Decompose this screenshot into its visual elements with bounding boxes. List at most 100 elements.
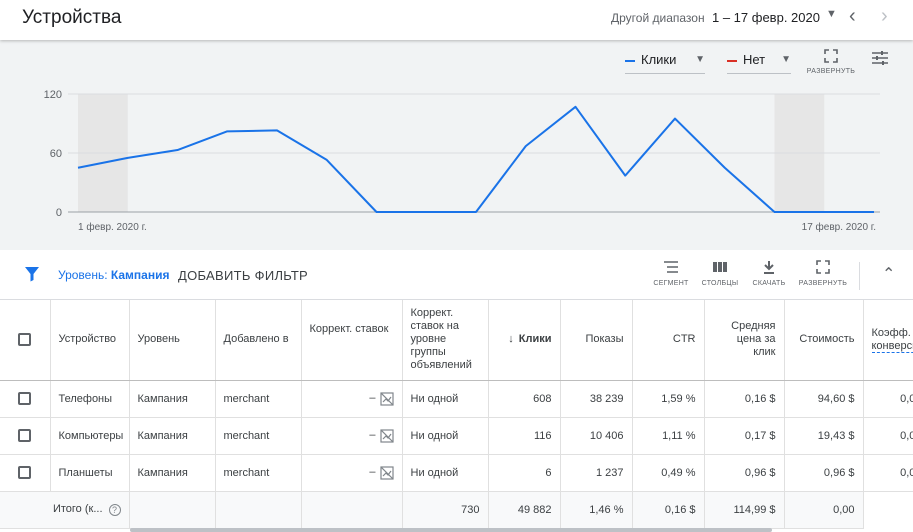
download-label: СКАЧАТЬ [752,280,786,287]
tune-icon [872,51,888,65]
row-cost: 94,60 $ [784,380,864,418]
row-ctr: 1,59 % [632,380,705,418]
row-checkbox[interactable] [18,392,32,405]
header-impressions[interactable]: Показы [560,300,633,381]
row-added: merchant [215,454,302,492]
chart-off-icon[interactable] [379,428,394,443]
row-level: Кампания [129,417,216,455]
row-bid-adj-value: – [369,466,376,479]
row-avg-cpc: 0,96 $ [704,454,785,492]
row-conversion-rate: 0,00 [863,417,913,455]
row-avg-cpc: 0,16 $ [704,380,785,418]
header-conv-line2: конверсии [871,339,913,353]
total-clicks: 730 [402,491,489,529]
total-ctr: 1,46 % [560,491,633,529]
row-clicks: 6 [488,454,561,492]
download-button[interactable]: СКАЧАТЬ [748,260,790,287]
row-bid-adj: – [301,380,403,418]
row-impressions: 10 406 [560,417,633,455]
segment-icon [664,261,678,273]
row-bid-adj-value: – [369,392,376,405]
chart-off-icon[interactable] [379,391,394,406]
chevron-up-icon[interactable]: ⌃ [882,264,895,284]
chart-panel: 0 60 120 1 февр. 2020 г. 17 февр. 2020 г. Кл… [0,40,913,250]
horizontal-scrollbar[interactable] [130,528,772,532]
metric2-selector[interactable]: Нет ▼ [727,52,791,74]
row-clicks: 116 [488,417,561,455]
date-range-selector[interactable]: 1 – 17 февр. 2020 [712,10,820,25]
columns-icon [713,262,727,272]
segment-button[interactable]: СЕГМЕНТ [650,260,692,287]
chart-off-icon[interactable] [379,465,394,480]
chart-settings-button[interactable] [870,50,890,69]
row-device: Телефоны [50,380,130,418]
y-tick-label: 60 [50,148,62,160]
add-filter-button[interactable]: ДОБАВИТЬ ФИЛЬТР [178,268,308,283]
level-label: Уровень: [58,268,108,282]
header-level[interactable]: Уровень [129,300,216,381]
clicks-series-line [77,105,874,213]
total-impressions: 49 882 [488,491,561,529]
level-filter-chip[interactable]: Уровень: Кампания [58,268,169,282]
select-all-checkbox[interactable] [18,333,32,347]
filter-funnel-icon[interactable] [24,266,40,282]
header-bid-adj-group[interactable]: Коррект. ставок на уровне группы объявле… [402,300,489,381]
metric1-selector[interactable]: Клики ▼ [625,52,705,74]
total-empty [215,491,302,529]
total-row: Итого (к...? 730 49 882 1,46 % 0,16 $114,99 … [0,491,913,529]
row-impressions: 38 239 [560,380,633,418]
header-clicks[interactable]: ↓ Клики [488,300,561,381]
metric1-label: Клики [641,52,677,67]
row-level: Кампания [129,380,216,418]
header-conversion-rate[interactable]: Коэфф. конверсии [863,300,913,381]
x-start-label: 1 февр. 2020 г. [78,221,147,233]
row-clicks: 608 [488,380,561,418]
row-checkbox[interactable] [18,429,32,442]
help-icon[interactable]: ? [108,503,121,516]
chevron-left-icon[interactable]: ‹ [849,5,856,28]
row-added: merchant [215,380,302,418]
caret-down-icon[interactable]: ▼ [826,8,837,20]
header-ctr[interactable]: CTR [632,300,705,381]
metric1-color-swatch [625,59,635,62]
row-ctr: 0,49 % [632,454,705,492]
row-conversion-rate: 0,00 [863,454,913,492]
table-row[interactable]: Планшеты Кампания merchant – Ни одной 6 1 237 0… [0,454,913,492]
total-label-cell: Итого (к...? [0,491,130,529]
row-checkbox[interactable] [18,466,32,479]
row-device: Компьютеры [50,417,130,455]
header-device[interactable]: Устройство [50,300,130,381]
header-avg-cpc[interactable]: Средняя цена за клик [704,300,785,381]
caret-down-icon: ▼ [781,54,791,65]
segment-label: СЕГМЕНТ [653,280,689,287]
header-added[interactable]: Добавлено в [215,300,302,381]
table-row[interactable]: Компьютеры Кампания merchant – Ни одной 116 10… [0,417,913,455]
select-all-cell [0,300,51,381]
table-expand-button[interactable]: РАЗВЕРНУТЬ [798,260,848,287]
metric2-color-swatch [727,59,737,62]
chevron-right-icon[interactable]: › [881,5,888,28]
header-cost[interactable]: Стоимость [784,300,864,381]
toolbar-divider [859,262,860,290]
columns-label: СТОЛБЦЫ [701,280,739,287]
devices-table: Устройство Уровень Добавлено в Коррект. … [0,300,913,529]
x-end-label: 17 февр. 2020 г. [802,221,876,233]
row-bid-adj: – [301,454,403,492]
chart-expand-button[interactable]: РАЗВЕРНУТЬ [806,49,856,75]
header-bid-adj[interactable]: Коррект. ставок [301,300,403,381]
row-select-cell [0,417,51,455]
row-bid-adj-group: Ни одной [402,380,489,418]
page-title: Устройства [22,7,122,28]
row-level: Кампания [129,454,216,492]
row-select-cell [0,380,51,418]
table-expand-label: РАЗВЕРНУТЬ [798,280,848,287]
row-avg-cpc: 0,17 $ [704,417,785,455]
table-row[interactable]: Телефоны Кампания merchant – Ни одной 608 38 2… [0,380,913,418]
date-range-label: Другой диапазон [611,11,705,25]
row-bid-adj-group: Ни одной [402,417,489,455]
fullscreen-icon [816,260,830,274]
columns-button[interactable]: СТОЛБЦЫ [698,260,742,287]
row-bid-adj-group: Ни одной [402,454,489,492]
header-conv-line1: Коэфф. [871,326,911,339]
y-tick-label: 120 [44,89,62,101]
